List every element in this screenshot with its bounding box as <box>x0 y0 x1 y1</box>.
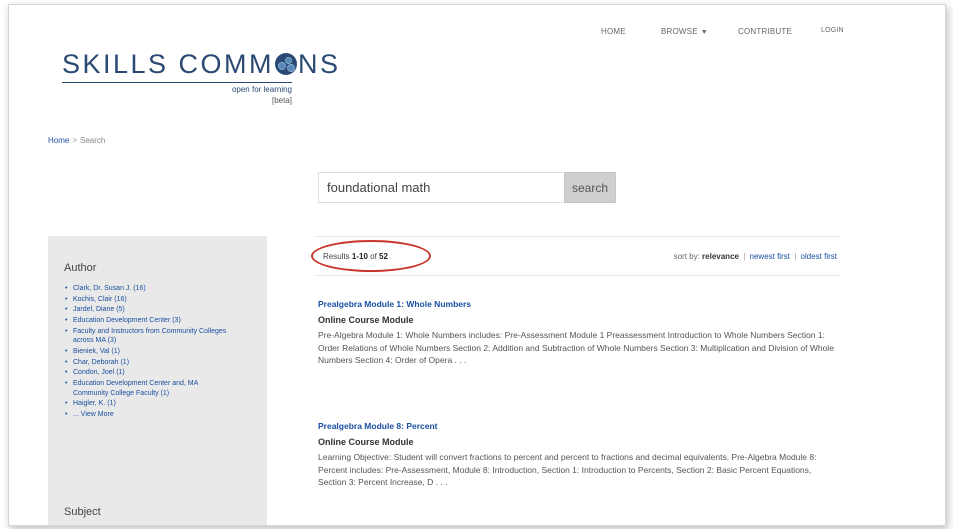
top-navigation: HOME BROWSE ▼ CONTRIBUTE LOGIN <box>9 27 945 41</box>
nav-login-link[interactable]: LOGIN <box>821 27 844 34</box>
facet-item[interactable]: Faculty and Instructors from Community C… <box>64 327 243 346</box>
facet-view-more-link[interactable]: ... View More <box>64 410 264 420</box>
sort-relevance[interactable]: relevance <box>702 252 739 261</box>
beta-label: [beta] <box>271 96 292 105</box>
logo-divider <box>62 82 292 83</box>
results-count: Results 1-10 of 52 <box>323 252 388 261</box>
sort-options: sort by: relevance | newest first | olde… <box>673 252 837 261</box>
breadcrumb-separator: > <box>72 136 78 145</box>
search-bar: search <box>318 172 624 205</box>
nav-browse-label: BROWSE <box>661 27 698 36</box>
browser-page: HOME BROWSE ▼ CONTRIBUTE LOGIN SKILLS COM… <box>8 4 946 526</box>
nav-home-link[interactable]: HOME <box>601 27 626 36</box>
site-logo[interactable]: SKILLS COMM NS open for learning [beta] <box>62 49 341 105</box>
facet-item[interactable]: Haigler, K. (1) <box>64 399 264 409</box>
facet-item[interactable]: Condon, Joel (1) <box>64 368 264 378</box>
result-description: Learning Objective: Student will convert… <box>318 452 817 487</box>
facet-item[interactable]: Education Development Center (3) <box>64 316 264 326</box>
facet-author-title: Author <box>64 262 97 274</box>
logo-tagline: open for learning <box>231 85 292 94</box>
result-type: Online Course Module <box>318 437 414 447</box>
results-header: Results 1-10 of 52 sort by: relevance | … <box>311 236 839 276</box>
facet-subject-title: Subject <box>64 506 101 518</box>
facet-sidebar: Author Clark, Dr. Susan J. (16) Kochis, … <box>48 236 267 525</box>
facet-item[interactable]: Bieniek, Val (1) <box>64 347 264 357</box>
facet-item[interactable]: Clark, Dr. Susan J. (16) <box>64 284 264 294</box>
breadcrumb-current: Search <box>80 136 106 145</box>
result-title-link[interactable]: Prealgebra Module 1: Whole Numbers <box>318 299 838 309</box>
breadcrumb-home-link[interactable]: Home <box>48 136 69 145</box>
result-description: Pre-Algebra Module 1: Whole Numbers incl… <box>318 330 834 365</box>
facet-item[interactable]: Kochis, Clair (16) <box>64 295 264 305</box>
facet-item[interactable]: Char, Deborah (1) <box>64 358 264 368</box>
search-result: Prealgebra Module 8: Percent Online Cour… <box>318 421 838 489</box>
facet-item[interactable]: Jardel, Diane (5) <box>64 305 264 315</box>
result-type: Online Course Module <box>318 315 414 325</box>
nav-contribute-link[interactable]: CONTRIBUTE <box>738 27 792 36</box>
result-title-link[interactable]: Prealgebra Module 8: Percent <box>318 421 838 431</box>
search-button[interactable]: search <box>564 172 616 203</box>
logo-wordmark: SKILLS COMM NS <box>62 49 341 79</box>
facet-author-list: Clark, Dr. Susan J. (16) Kochis, Clair (… <box>64 284 264 421</box>
facet-item[interactable]: Education Development Center and, MA Com… <box>64 379 233 398</box>
search-result: Prealgebra Module 1: Whole Numbers Onlin… <box>318 299 838 367</box>
gears-icon <box>275 53 298 75</box>
sort-oldest-link[interactable]: oldest first <box>801 252 837 261</box>
search-input[interactable] <box>318 172 563 203</box>
nav-browse-dropdown[interactable]: BROWSE ▼ <box>661 27 708 36</box>
sort-newest-link[interactable]: newest first <box>750 252 790 261</box>
breadcrumb: Home > Search <box>48 136 105 145</box>
caret-down-icon: ▼ <box>700 29 708 36</box>
